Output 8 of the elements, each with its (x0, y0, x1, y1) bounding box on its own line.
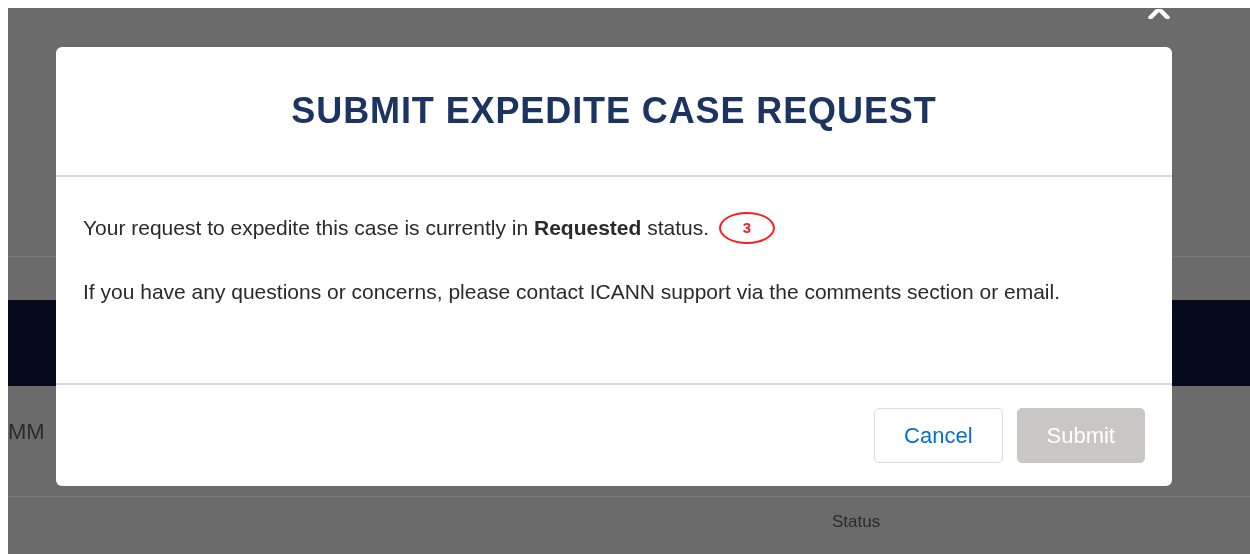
column-header: Status (832, 511, 881, 533)
status-message: Your request to expedite this case is currently in Requested status. (83, 215, 710, 241)
close-icon[interactable] (1146, 9, 1172, 19)
dialog-title: SUBMIT EXPEDITE CASE REQUEST (291, 89, 937, 133)
help-text: If you have any questions or concerns, please contact ICANN support via the comments section or email. (83, 279, 1061, 305)
cancel-button[interactable]: Cancel (874, 408, 1003, 463)
column-text: MM (8, 417, 45, 446)
annotation-number: 3 (719, 212, 776, 244)
